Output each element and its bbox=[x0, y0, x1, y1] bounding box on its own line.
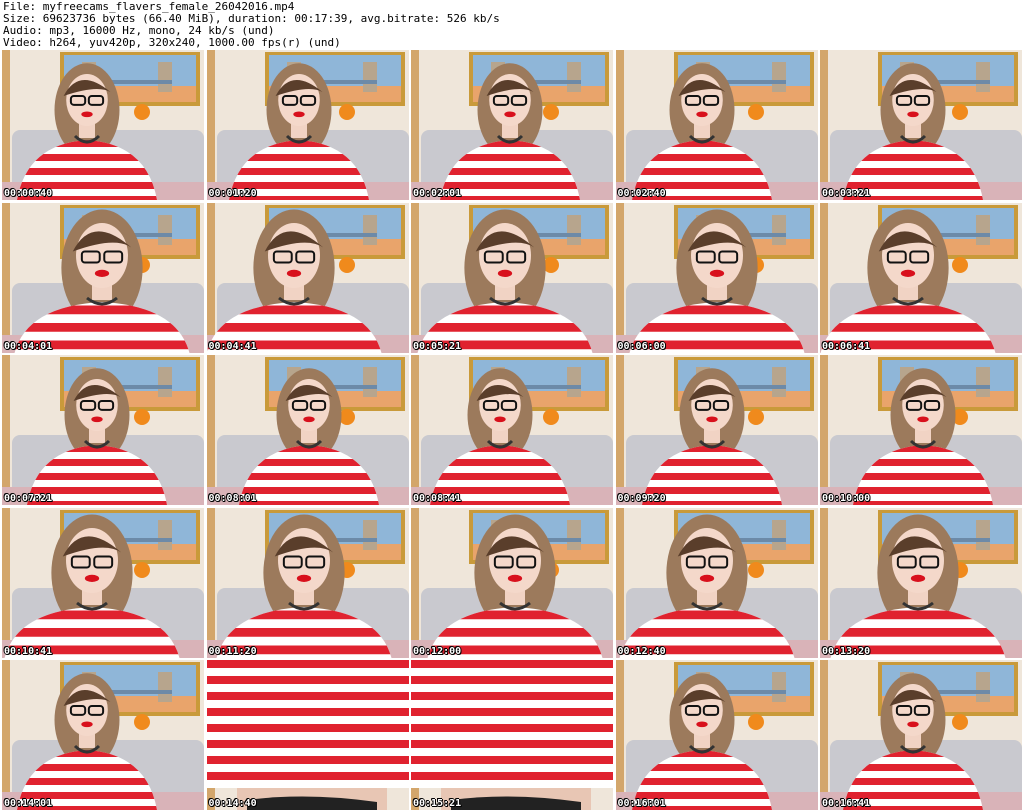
frame-image bbox=[820, 660, 1022, 810]
frame-image bbox=[411, 50, 613, 200]
video-thumbnail: 00:08:41 bbox=[411, 355, 613, 505]
video-thumbnail: 00:16:41 bbox=[820, 660, 1022, 810]
video-thumbnail: 00:02:01 bbox=[411, 50, 613, 200]
frame-image bbox=[206, 50, 409, 200]
frame-image bbox=[2, 50, 204, 200]
frame-image bbox=[615, 202, 818, 353]
frame-timestamp: 00:02:01 bbox=[413, 188, 462, 199]
frame-timestamp: 00:12:40 bbox=[617, 645, 666, 657]
info-header: File: myfreecams_flavers_female_26042016… bbox=[3, 1, 1021, 49]
video-thumbnail: 00:08:01 bbox=[206, 355, 409, 505]
frame-timestamp: 00:08:41 bbox=[413, 493, 462, 504]
frame-timestamp: 00:16:41 bbox=[822, 798, 871, 809]
frame-timestamp: 00:03:21 bbox=[822, 188, 871, 199]
frame-timestamp: 00:00:40 bbox=[4, 188, 53, 199]
video-thumbnail: 00:04:01 bbox=[2, 202, 204, 353]
frame-image bbox=[411, 507, 613, 658]
frame-timestamp: 00:12:00 bbox=[413, 645, 462, 657]
frame-image bbox=[206, 202, 409, 353]
frame-timestamp: 00:08:01 bbox=[208, 493, 257, 504]
thumbnail-grid: 00:00:40 00:01:20 00:02:01 00:02:40 00:03:21… bbox=[2, 50, 1022, 810]
frame-timestamp: 00:06:00 bbox=[617, 340, 666, 352]
video-thumbnail: 00:06:00 bbox=[615, 202, 818, 353]
video-thumbnail: 00:04:41 bbox=[206, 202, 409, 353]
video-thumbnail: 00:12:00 bbox=[411, 507, 613, 658]
frame-image bbox=[615, 355, 818, 505]
frame-image bbox=[411, 660, 613, 810]
frame-image bbox=[615, 660, 818, 810]
frame-timestamp: 00:07:21 bbox=[4, 493, 53, 504]
video-thumbnail: 00:03:21 bbox=[820, 50, 1022, 200]
frame-image bbox=[2, 355, 204, 505]
frame-timestamp: 00:05:21 bbox=[413, 340, 462, 352]
video-thumbnail: 00:16:01 bbox=[615, 660, 818, 810]
frame-timestamp: 00:13:20 bbox=[822, 645, 871, 657]
frame-timestamp: 00:10:00 bbox=[822, 493, 871, 504]
frame-image bbox=[411, 355, 613, 505]
video-thumbnail: 00:15:21 bbox=[411, 660, 613, 810]
frame-image bbox=[820, 50, 1022, 200]
video-thumbnail: 00:10:00 bbox=[820, 355, 1022, 505]
frame-timestamp: 00:14:40 bbox=[208, 798, 257, 809]
frame-image bbox=[206, 355, 409, 505]
frame-image bbox=[820, 355, 1022, 505]
video-thumbnail: 00:05:21 bbox=[411, 202, 613, 353]
video-thumbnail: 00:01:20 bbox=[206, 50, 409, 200]
video-thumbnail: 00:00:40 bbox=[2, 50, 204, 200]
video-thumbnail: 00:07:21 bbox=[2, 355, 204, 505]
frame-image bbox=[820, 507, 1022, 658]
frame-timestamp: 00:02:40 bbox=[617, 188, 666, 199]
video-thumbnail: 00:11:20 bbox=[206, 507, 409, 658]
frame-image bbox=[820, 202, 1022, 353]
frame-image bbox=[206, 660, 409, 810]
video-thumbnail: 00:14:01 bbox=[2, 660, 204, 810]
frame-image bbox=[2, 202, 204, 353]
frame-image bbox=[615, 50, 818, 200]
video-thumbnail: 00:09:20 bbox=[615, 355, 818, 505]
frame-timestamp: 00:09:20 bbox=[617, 493, 666, 504]
frame-timestamp: 00:04:01 bbox=[4, 340, 53, 352]
video-thumbnail: 00:12:40 bbox=[615, 507, 818, 658]
frame-timestamp: 00:15:21 bbox=[413, 798, 462, 809]
video-line: Video: h264, yuv420p, 320x240, 1000.00 f… bbox=[3, 36, 341, 49]
video-thumbnail: 00:06:41 bbox=[820, 202, 1022, 353]
video-thumbnail: 00:10:41 bbox=[2, 507, 204, 658]
frame-timestamp: 00:16:01 bbox=[617, 798, 666, 809]
frame-timestamp: 00:06:41 bbox=[822, 340, 871, 352]
frame-timestamp: 00:14:01 bbox=[4, 798, 53, 809]
frame-timestamp: 00:10:41 bbox=[4, 645, 53, 657]
frame-timestamp: 00:04:41 bbox=[208, 340, 257, 352]
video-thumbnail: 00:14:40 bbox=[206, 660, 409, 810]
frame-timestamp: 00:11:20 bbox=[208, 645, 257, 657]
video-thumbnail: 00:02:40 bbox=[615, 50, 818, 200]
video-thumbnail: 00:13:20 bbox=[820, 507, 1022, 658]
frame-image bbox=[206, 507, 409, 658]
frame-image bbox=[411, 202, 613, 353]
frame-image bbox=[2, 660, 204, 810]
frame-image bbox=[615, 507, 818, 658]
frame-image bbox=[2, 507, 204, 658]
frame-timestamp: 00:01:20 bbox=[208, 188, 257, 199]
